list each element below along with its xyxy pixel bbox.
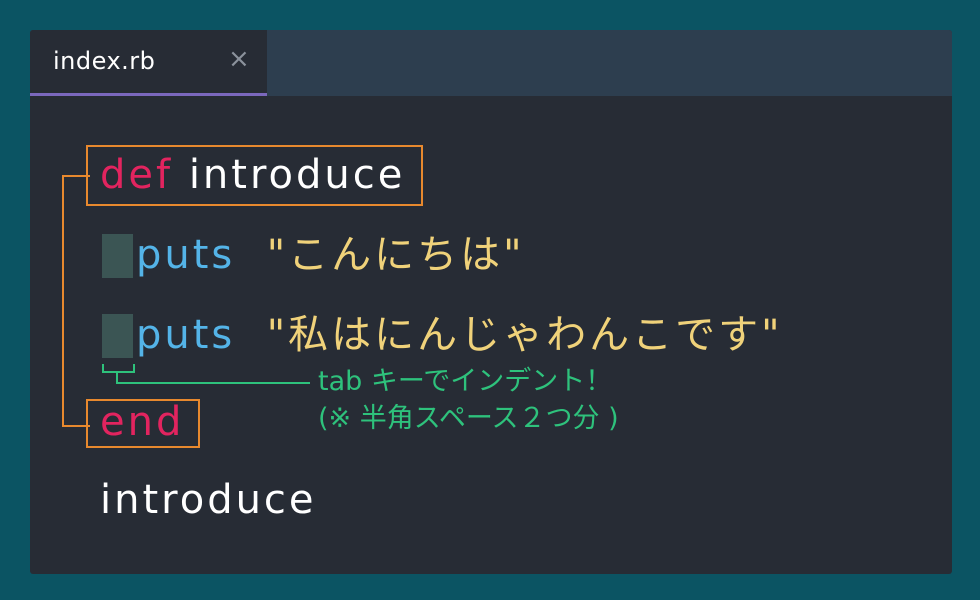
annotation-text-2: (※ 半角スペース２つ分 )	[318, 403, 619, 434]
indent-marker	[102, 234, 133, 278]
tab-bar: index.rb ×	[30, 30, 952, 96]
code-line-end: end	[100, 397, 184, 447]
indent-bracket	[102, 364, 135, 373]
puts-method: puts	[136, 232, 236, 278]
method-name: introduce	[188, 152, 406, 198]
annotation-connector	[116, 382, 310, 384]
string-literal: "私はにんじゃわんこです"	[266, 312, 783, 358]
code-line-call: introduce	[100, 475, 317, 525]
keyword-def: def	[100, 152, 174, 198]
keyword-end: end	[100, 399, 185, 445]
close-icon[interactable]: ×	[228, 44, 250, 74]
code-line-puts-2: puts "私はにんじゃわんこです"	[136, 310, 783, 360]
block-bracket	[62, 175, 90, 427]
code-line-puts-1: puts "こんにちは"	[136, 230, 525, 280]
tab-label: index.rb	[53, 47, 156, 75]
code-line-def: def introduce	[100, 150, 405, 200]
puts-method: puts	[136, 312, 236, 358]
method-call: introduce	[100, 477, 317, 523]
indent-marker	[102, 314, 133, 358]
tab-index-rb[interactable]: index.rb ×	[30, 30, 267, 96]
string-literal: "こんにちは"	[266, 232, 525, 278]
annotation-text-1: tab キーでインデント！	[318, 366, 613, 397]
